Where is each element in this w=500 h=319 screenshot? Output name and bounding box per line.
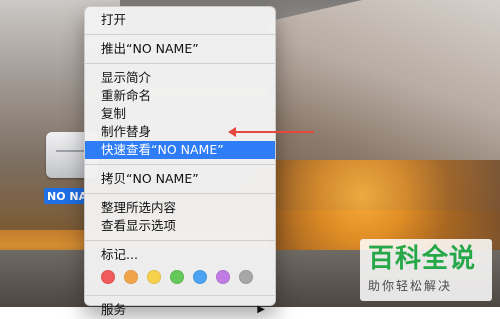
menu-item-quick-look[interactable]: 快速查看“NO NAME” [85,141,275,159]
tag-dot-purple[interactable] [216,270,230,284]
menu-separator [85,63,275,64]
watermark-subtitle: 助你轻松解决 [368,279,453,293]
menu-item-clean-up-selection[interactable]: 整理所选内容 [85,199,275,217]
drive-label[interactable]: NO NAME [44,188,84,204]
tag-dot-gray[interactable] [239,270,253,284]
menu-item-show-view-options[interactable]: 查看显示选项 [85,217,275,235]
tag-dot-red[interactable] [101,270,115,284]
menu-item-services[interactable]: 服务 ▶ [85,301,275,319]
menu-item-tags[interactable]: 标记... [85,246,275,264]
tag-dot-orange[interactable] [124,270,138,284]
tag-color-row [85,264,275,290]
tag-dot-green[interactable] [170,270,184,284]
menu-item-rename[interactable]: 重新命名 [85,87,275,105]
watermark-logo: 百科全说 助你轻松解决 [360,239,492,301]
context-menu: 打开 推出“NO NAME” 显示简介 重新命名 复制 制作替身 快速查看“NO… [84,6,276,317]
red-arrow-line [234,131,314,133]
menu-separator [85,34,275,35]
tag-dot-yellow[interactable] [147,270,161,284]
tag-dot-blue[interactable] [193,270,207,284]
watermark-title: 百科全说 [368,244,477,274]
menu-item-eject[interactable]: 推出“NO NAME” [85,40,275,58]
menu-separator [85,295,275,296]
menu-item-open[interactable]: 打开 [85,11,275,29]
menu-item-get-info[interactable]: 显示简介 [85,69,275,87]
chevron-right-icon: ▶ [257,304,265,315]
menu-separator [85,240,275,241]
menu-separator [85,164,275,165]
menu-item-copy[interactable]: 复制 [85,105,275,123]
autumn-trees [270,160,500,250]
menu-item-services-label: 服务 [101,302,127,317]
menu-separator [85,193,275,194]
menu-item-copy-item[interactable]: 拷贝“NO NAME” [85,170,275,188]
